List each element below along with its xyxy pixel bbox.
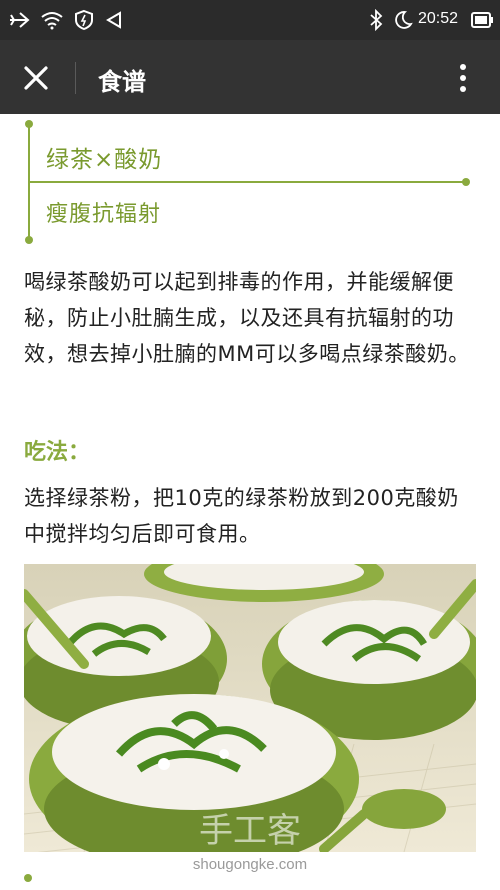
volume-icon (106, 11, 121, 29)
article-content: 绿茶×酸奶 瘦腹抗辐射 喝绿茶酸奶可以起到排毒的作用，并能缓解便秘，防止小肚腩生… (0, 114, 500, 890)
bluetooth-icon (370, 9, 383, 31)
battery-icon (471, 12, 493, 28)
status-bar: 20:52 (0, 0, 500, 40)
recipe-photo: 手工客 (24, 564, 476, 852)
watermark-logo: 手工客 (199, 811, 301, 851)
recipe-subheading: 瘦腹抗辐射 (46, 202, 162, 227)
watermark-text: shougongke.com (192, 856, 308, 873)
shield-icon (75, 9, 93, 31)
airplane-icon (10, 12, 30, 28)
bottom-dot (24, 874, 32, 882)
green-tea-yogurt-image: 手工客 (24, 564, 476, 852)
page-title: 食谱 (98, 68, 146, 96)
title-bar: 食谱 (0, 40, 500, 114)
method-paragraph: 选择绿茶粉，把10克的绿茶粉放到200克酸奶中搅拌均匀后即可食用。 (24, 486, 459, 546)
recipe-heading: 绿茶×酸奶 (46, 147, 163, 173)
more-vertical-icon (460, 64, 466, 92)
close-button[interactable] (14, 56, 58, 100)
intro-paragraph: 喝绿茶酸奶可以起到排毒的作用，并能缓解便秘，防止小肚腩生成，以及还具有抗辐射的功… (24, 270, 470, 366)
frame-horizontal-line (28, 181, 466, 183)
moon-icon (395, 11, 413, 29)
status-time: 20:52 (418, 10, 459, 27)
frame-right-dot (462, 178, 470, 186)
title-divider (75, 62, 76, 94)
wifi-icon (41, 12, 63, 30)
more-options-button[interactable] (446, 56, 480, 100)
frame-bottom-dot (25, 236, 33, 244)
close-icon (24, 66, 48, 90)
method-label: 吃法： (24, 440, 91, 465)
